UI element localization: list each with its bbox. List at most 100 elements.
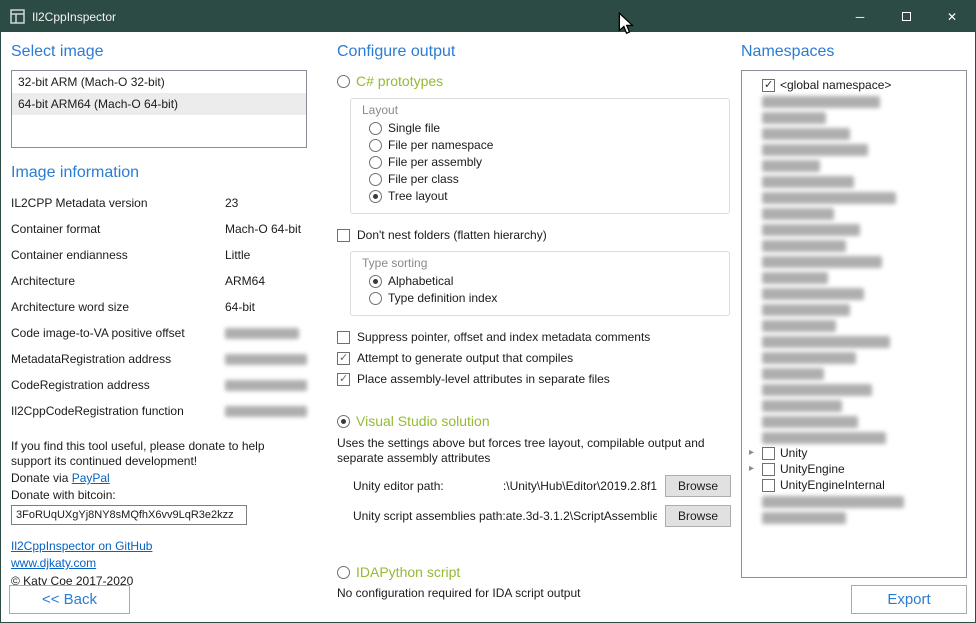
image-listbox: 32-bit ARM (Mach-O 32-bit)64-bit ARM64 (… <box>11 70 307 148</box>
namespace-item-redacted[interactable] <box>747 157 962 173</box>
checkbox-attempt-to-generate-output-that-compiles[interactable]: Attempt to generate output that compiles <box>337 350 733 366</box>
redacted-namespace <box>762 272 828 284</box>
idapython-script-label: IDAPython script <box>356 564 460 580</box>
maximize-button[interactable] <box>883 1 929 32</box>
donate-via-line: Donate via PayPal <box>11 470 307 486</box>
radio-file-per-class[interactable]: File per class <box>369 171 721 187</box>
website-link[interactable]: www.djkaty.com <box>11 556 307 570</box>
idapython-script-radio[interactable]: IDAPython script <box>337 563 733 581</box>
info-label: Container endianness <box>11 248 225 262</box>
checkbox-icon <box>337 352 350 365</box>
namespaces-header: Namespaces <box>741 43 967 61</box>
redacted-namespace <box>762 128 850 140</box>
radio-icon <box>369 275 382 288</box>
option-label: Alphabetical <box>388 274 453 288</box>
donate-via-prefix: Donate via <box>11 471 72 485</box>
namespace-item-redacted[interactable] <box>747 125 962 141</box>
minimize-button[interactable]: ─ <box>837 1 883 32</box>
radio-icon <box>369 292 382 305</box>
radio-single-file[interactable]: Single file <box>369 120 721 136</box>
namespace-item-redacted[interactable] <box>747 493 962 509</box>
bitcoin-address-input[interactable] <box>11 505 247 525</box>
namespace-item-redacted[interactable] <box>747 173 962 189</box>
image-list-item-32-bit-arm-mach-o-32-bit[interactable]: 32-bit ARM (Mach-O 32-bit) <box>12 71 306 93</box>
namespace-item-redacted[interactable] <box>747 205 962 221</box>
namespace-checkbox[interactable] <box>762 463 775 476</box>
namespace-item-redacted[interactable] <box>747 285 962 301</box>
namespace-item-redacted[interactable] <box>747 429 962 445</box>
expander-icon[interactable]: ▸ <box>747 461 762 477</box>
image-list-item-64-bit-arm64-mach-o-64-bit[interactable]: 64-bit ARM64 (Mach-O 64-bit) <box>12 93 306 115</box>
flatten-hierarchy-checkbox[interactable]: Don't nest folders (flatten hierarchy) <box>337 227 733 243</box>
namespace-checkbox[interactable] <box>762 479 775 492</box>
checkbox-suppress-pointer-offset-and-index-metadata-comments[interactable]: Suppress pointer, offset and index metad… <box>337 329 733 345</box>
namespace-item-redacted[interactable] <box>747 189 962 205</box>
checkbox-place-assembly-level-attributes-in-separate-files[interactable]: Place assembly-level attributes in separ… <box>337 371 733 387</box>
radio-icon <box>337 415 350 428</box>
namespace-item-redacted[interactable] <box>747 509 962 525</box>
namespace-item-redacted[interactable] <box>747 381 962 397</box>
namespace-item-redacted[interactable] <box>747 333 962 349</box>
namespace-item-redacted[interactable] <box>747 141 962 157</box>
titlebar: Il2CppInspector ─ ✕ <box>1 1 975 32</box>
namespace-checkbox[interactable] <box>762 79 775 92</box>
redacted-namespace <box>762 496 904 508</box>
unity-editor-browse-button[interactable]: Browse <box>665 475 731 497</box>
type-sorting-groupbox: Type sorting AlphabeticalType definition… <box>350 251 730 316</box>
namespace-item-redacted[interactable] <box>747 397 962 413</box>
namespace-item-redacted[interactable] <box>747 413 962 429</box>
app-icon <box>10 9 25 24</box>
info-value: 23 <box>225 196 307 210</box>
info-label: IL2CPP Metadata version <box>11 196 225 210</box>
namespace-item-redacted[interactable] <box>747 221 962 237</box>
namespace-item-unityengine[interactable]: ▸UnityEngine <box>747 461 962 477</box>
redacted-namespace <box>762 432 886 444</box>
radio-file-per-namespace[interactable]: File per namespace <box>369 137 721 153</box>
radio-type-definition-index[interactable]: Type definition index <box>369 290 721 306</box>
info-row-container-format: Container formatMach-O 64-bit <box>11 222 307 248</box>
content-area: Select image 32-bit ARM (Mach-O 32-bit)6… <box>1 32 975 622</box>
image-info-table: IL2CPP Metadata version23 Container forma… <box>11 196 307 430</box>
namespace-item-unityengineinternal[interactable]: UnityEngineInternal <box>747 477 962 493</box>
redacted-namespace <box>762 512 846 524</box>
visual-studio-solution-radio[interactable]: Visual Studio solution <box>337 412 733 430</box>
namespace-item-redacted[interactable] <box>747 365 962 381</box>
info-value: Little <box>225 248 307 262</box>
maximize-icon <box>902 12 911 21</box>
namespace-item-redacted[interactable] <box>747 253 962 269</box>
namespace-item-redacted[interactable] <box>747 317 962 333</box>
export-button[interactable]: Export <box>851 585 967 614</box>
paypal-link[interactable]: PayPal <box>72 471 110 485</box>
csharp-prototypes-radio[interactable]: C# prototypes <box>337 72 733 90</box>
checkbox-icon <box>337 373 350 386</box>
namespace-item-redacted[interactable] <box>747 269 962 285</box>
back-button[interactable]: << Back <box>9 585 130 614</box>
select-image-panel: Select image 32-bit ARM (Mach-O 32-bit)6… <box>11 32 307 622</box>
radio-file-per-assembly[interactable]: File per assembly <box>369 154 721 170</box>
namespace-item-redacted[interactable] <box>747 349 962 365</box>
namespace-item-redacted[interactable] <box>747 109 962 125</box>
radio-tree-layout[interactable]: Tree layout <box>369 188 721 204</box>
namespace-item-redacted[interactable] <box>747 237 962 253</box>
expander-icon[interactable]: ▸ <box>747 445 762 461</box>
unity-assemblies-browse-button[interactable]: Browse <box>665 505 731 527</box>
radio-alphabetical[interactable]: Alphabetical <box>369 273 721 289</box>
namespace-item-redacted[interactable] <box>747 301 962 317</box>
checkbox-icon <box>337 229 350 242</box>
namespace-item-unity[interactable]: ▸Unity <box>747 445 962 461</box>
namespace-item-redacted[interactable] <box>747 93 962 109</box>
info-label: Code image-to-VA positive offset <box>11 326 225 340</box>
radio-icon <box>369 173 382 186</box>
app-window: Il2CppInspector ─ ✕ Select image 32-bit … <box>0 0 976 623</box>
layout-groupbox: Layout Single fileFile per namespaceFile… <box>350 98 730 214</box>
unity-assemblies-path-value: ate.3d-3.1.2\ScriptAssemblies <box>506 509 657 523</box>
info-row-coderegistration-address: CodeRegistration address <box>11 378 307 404</box>
redacted-namespace <box>762 256 882 268</box>
select-image-header: Select image <box>11 43 307 61</box>
redacted-namespace <box>762 224 860 236</box>
redacted-namespace <box>762 368 824 380</box>
namespace-checkbox[interactable] <box>762 447 775 460</box>
namespace-item-global-namespace[interactable]: <global namespace> <box>747 77 962 93</box>
close-button[interactable]: ✕ <box>929 1 975 32</box>
github-link[interactable]: Il2CppInspector on GitHub <box>11 539 307 553</box>
